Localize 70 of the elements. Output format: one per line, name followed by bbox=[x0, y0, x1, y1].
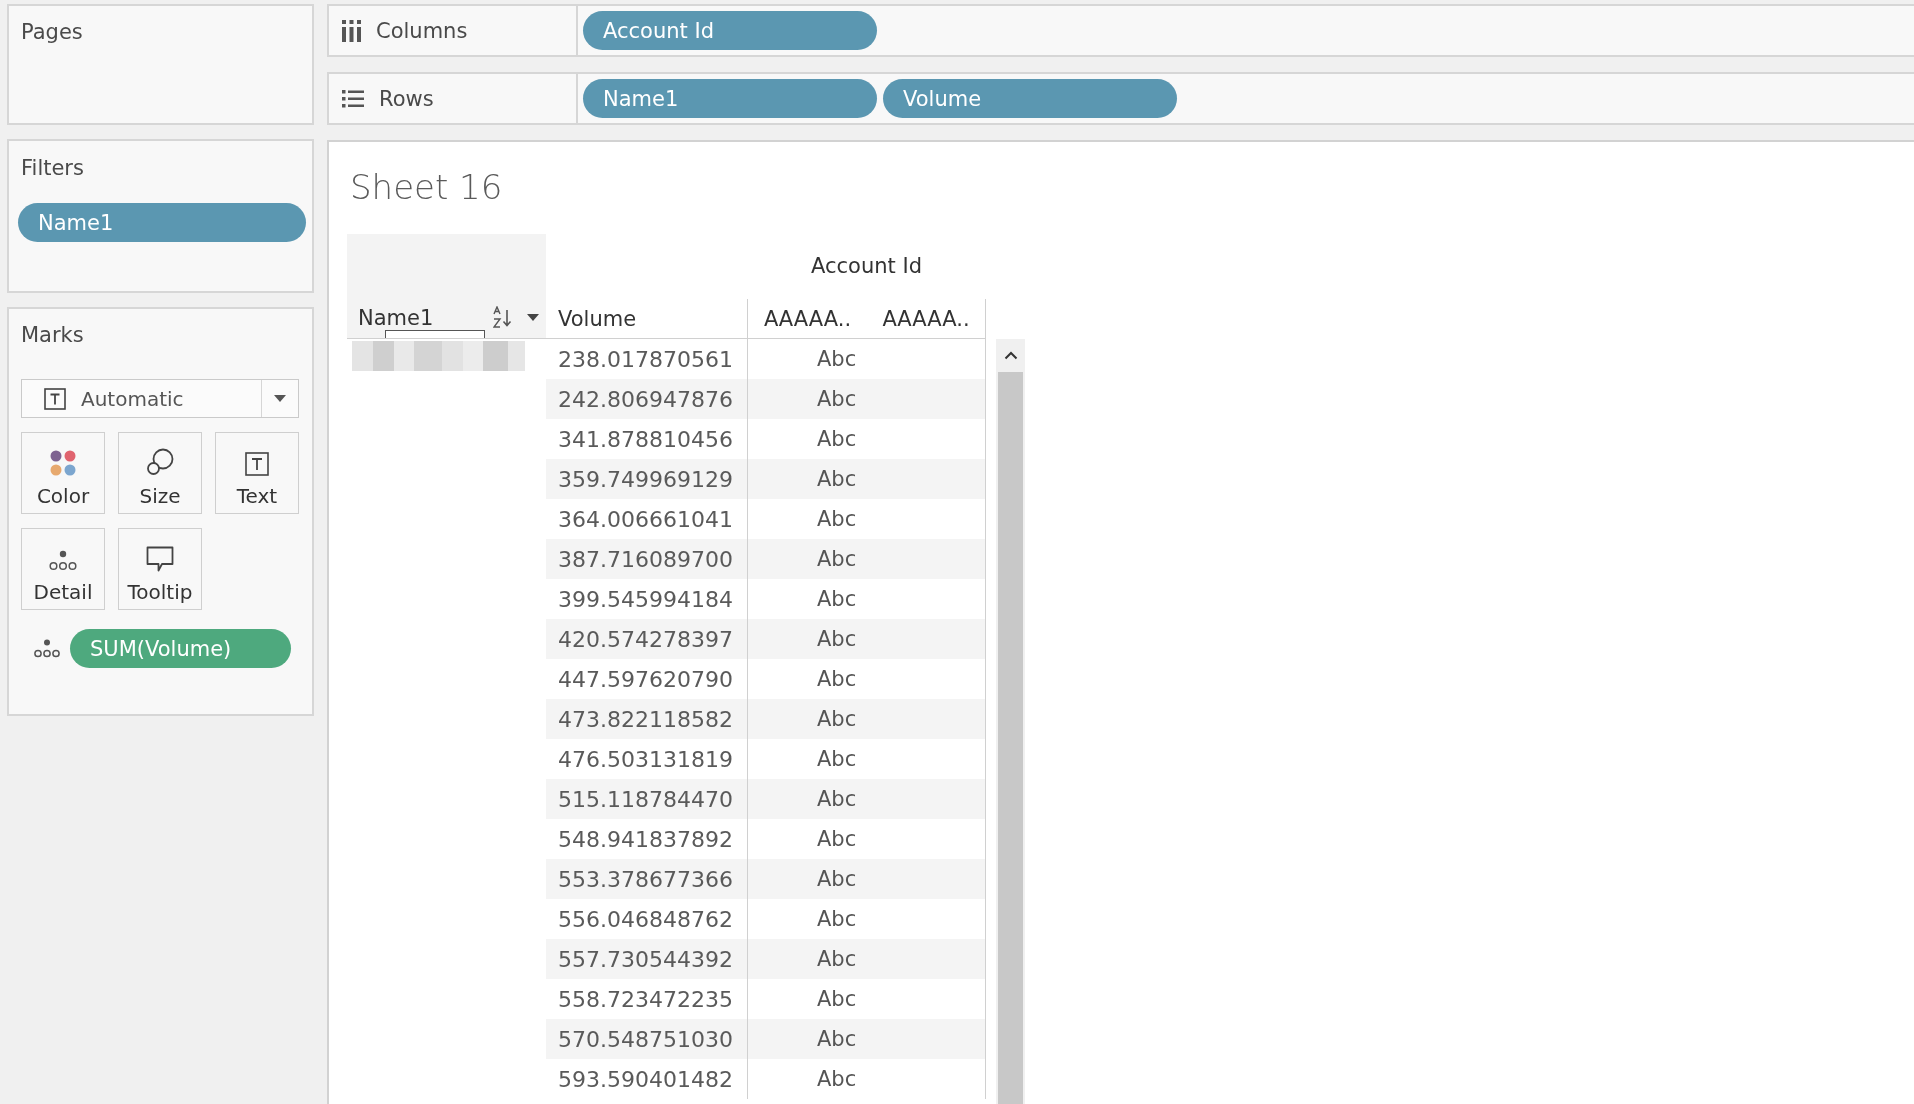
table-cell: Abc bbox=[817, 667, 857, 691]
table-cell: Abc bbox=[817, 827, 857, 851]
size-circles-icon bbox=[146, 448, 174, 476]
table-cell: 364.006661041 bbox=[558, 506, 733, 532]
table-cell: Abc bbox=[817, 987, 857, 1011]
table-cell: Abc bbox=[817, 1027, 857, 1051]
table-cell: Abc bbox=[817, 747, 857, 771]
table-cell: 556.046848762 bbox=[558, 906, 733, 932]
caret-icon[interactable] bbox=[527, 314, 540, 321]
table-cell: 420.574278397 bbox=[558, 626, 733, 652]
table-cell: Abc bbox=[817, 507, 857, 531]
speech-bubble-icon bbox=[146, 546, 174, 572]
column-group-header: Account Id bbox=[811, 254, 922, 279]
column-header: Volume bbox=[558, 307, 637, 332]
color-button[interactable]: Color bbox=[21, 432, 105, 514]
caret-icon bbox=[274, 395, 286, 402]
table-cell: 341.878810456 bbox=[558, 426, 733, 452]
table-cell: 399.545994184 bbox=[558, 586, 733, 612]
table-cell: Abc bbox=[817, 707, 857, 731]
table-cell: Abc bbox=[817, 547, 857, 571]
table-cell: 359.749969129 bbox=[558, 466, 733, 492]
size-button[interactable]: Size bbox=[118, 432, 202, 514]
text-icon bbox=[44, 387, 66, 410]
table-cell: Abc bbox=[817, 907, 857, 931]
table-cell: 593.590401482 bbox=[558, 1066, 733, 1092]
table-cell: 473.822118582 bbox=[558, 706, 733, 732]
shelf-label: Columns bbox=[376, 18, 468, 43]
table-cell: Abc bbox=[817, 587, 857, 611]
table-cell: Abc bbox=[817, 387, 857, 411]
shelf-label: Rows bbox=[379, 86, 434, 111]
table-cell: 558.723472235 bbox=[558, 986, 733, 1012]
table-cell: 476.503131819 bbox=[558, 746, 733, 772]
table-cell: 447.597620790 bbox=[558, 666, 733, 692]
shelf-label: Marks bbox=[21, 323, 84, 348]
detail-dots-icon bbox=[49, 550, 77, 572]
vertical-scrollbar[interactable] bbox=[996, 339, 1025, 1104]
detail-dots-icon[interactable] bbox=[34, 638, 60, 659]
chevron-up-icon bbox=[1003, 351, 1018, 360]
shelf-label: Filters bbox=[21, 156, 84, 181]
table-cell: 387.716089700 bbox=[558, 546, 733, 572]
table-cell: 548.941837892 bbox=[558, 826, 733, 852]
text-button[interactable]: Text bbox=[215, 432, 299, 514]
columns-icon bbox=[342, 19, 361, 42]
table-cell: Abc bbox=[817, 787, 857, 811]
table-cell: 570.548751030 bbox=[558, 1026, 733, 1052]
table-cell: Abc bbox=[817, 427, 857, 451]
rows-icon bbox=[342, 89, 364, 108]
text-icon bbox=[245, 452, 269, 476]
column-header: Name1 bbox=[358, 307, 434, 329]
table-cell: 238.017870561 bbox=[558, 346, 733, 372]
table-cell: Abc bbox=[817, 947, 857, 971]
table-cell: 515.118784470 bbox=[558, 786, 733, 812]
scrollbar-thumb[interactable] bbox=[998, 372, 1023, 1104]
table-cell: 242.806947876 bbox=[558, 386, 733, 412]
mark-type-dropdown[interactable]: Automatic bbox=[21, 379, 299, 418]
shelf-label: Pages bbox=[21, 20, 83, 45]
table-cell: 553.378677366 bbox=[558, 866, 733, 892]
table-cell: Abc bbox=[817, 467, 857, 491]
color-dots-icon bbox=[50, 450, 76, 476]
table-cell: Abc bbox=[817, 627, 857, 651]
table-cell: Abc bbox=[817, 867, 857, 891]
table-cell: Abc bbox=[817, 347, 857, 371]
table-cell: 557.730544392 bbox=[558, 946, 733, 972]
table-cell: Abc bbox=[817, 1067, 857, 1091]
column-header: AAAAA.. bbox=[882, 307, 970, 332]
detail-button[interactable]: Detail bbox=[21, 528, 105, 610]
sort-icon[interactable] bbox=[493, 306, 514, 328]
column-header: AAAAA.. bbox=[763, 307, 852, 332]
sheet-title: Sheet 16 bbox=[350, 166, 503, 208]
tooltip-button[interactable]: Tooltip bbox=[118, 528, 202, 610]
